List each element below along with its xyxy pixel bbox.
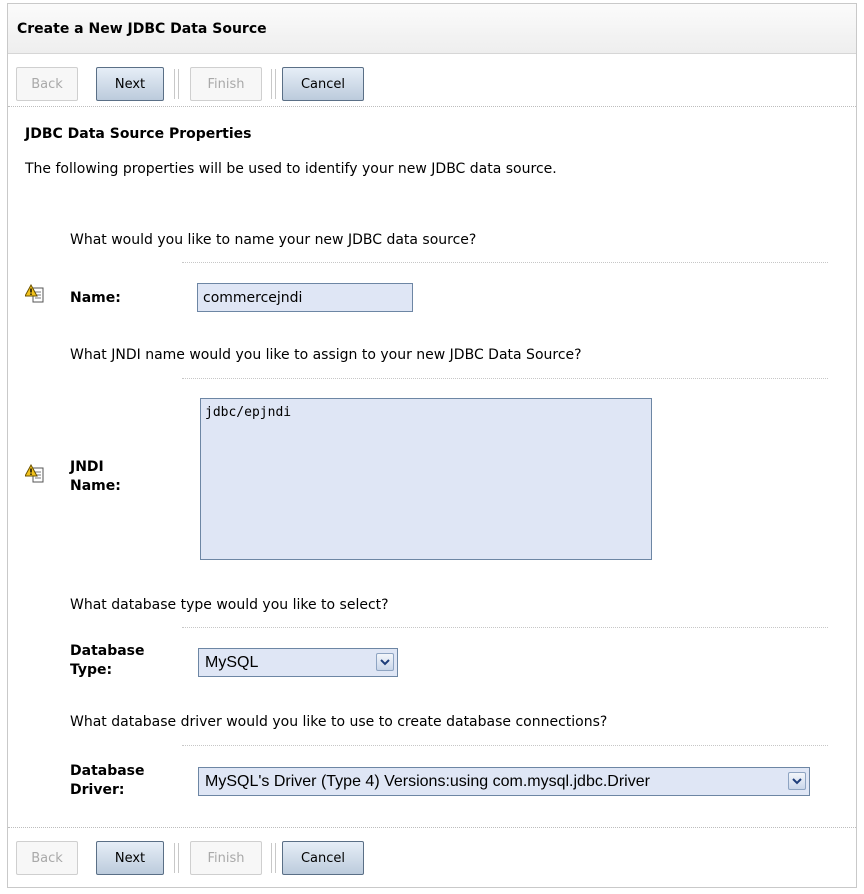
cancel-button[interactable]: Cancel [282, 67, 364, 101]
top-button-bar: Back Next Finish Cancel [8, 54, 856, 107]
db-driver-label: Database Driver: [70, 762, 145, 800]
cancel-button-bottom[interactable]: Cancel [282, 841, 364, 875]
jndi-question: What JNDI name would you like to assign … [70, 347, 582, 363]
jndi-label-line1: JNDI [70, 459, 104, 475]
bottom-button-bar: Back Next Finish Cancel [8, 827, 856, 880]
jndi-label: JNDI Name: [70, 458, 121, 496]
db-driver-label-line2: Driver: [70, 782, 125, 798]
chevron-down-icon[interactable] [376, 653, 394, 671]
button-separator [271, 843, 276, 873]
button-separator [271, 69, 276, 99]
database-driver-select[interactable]: MySQL's Driver (Type 4) Versions:using c… [198, 767, 810, 796]
db-type-question: What database type would you like to sel… [70, 597, 389, 613]
back-button-bottom[interactable]: Back [16, 841, 78, 875]
back-button[interactable]: Back [16, 67, 78, 101]
name-question: What would you like to name your new JDB… [70, 232, 477, 248]
db-type-label-line2: Type: [70, 662, 113, 678]
db-type-label: Database Type: [70, 642, 145, 680]
divider [182, 627, 828, 628]
chevron-down-icon[interactable] [788, 772, 806, 790]
next-button[interactable]: Next [96, 67, 164, 101]
jndi-label-line2: Name: [70, 478, 121, 494]
warning-icon [24, 283, 45, 304]
database-type-select[interactable]: MySQL [198, 648, 398, 677]
name-input[interactable] [197, 283, 413, 312]
db-driver-question: What database driver would you like to u… [70, 714, 608, 730]
divider [182, 745, 828, 746]
panel-title: Create a New JDBC Data Source [8, 4, 856, 54]
name-label: Name: [70, 290, 121, 306]
warning-icon [24, 463, 45, 484]
section-title: JDBC Data Source Properties [25, 126, 252, 142]
db-type-label-line1: Database [70, 643, 145, 659]
jndi-name-textarea[interactable]: jdbc/epjndi [200, 398, 652, 560]
finish-button-bottom[interactable]: Finish [190, 841, 262, 875]
divider [182, 262, 828, 263]
finish-button[interactable]: Finish [190, 67, 262, 101]
button-separator [174, 843, 179, 873]
divider [182, 378, 828, 379]
database-type-value: MySQL [205, 654, 259, 671]
next-button-bottom[interactable]: Next [96, 841, 164, 875]
button-separator [174, 69, 179, 99]
database-driver-value: MySQL's Driver (Type 4) Versions:using c… [205, 773, 650, 790]
db-driver-label-line1: Database [70, 763, 145, 779]
section-description: The following properties will be used to… [25, 161, 557, 177]
